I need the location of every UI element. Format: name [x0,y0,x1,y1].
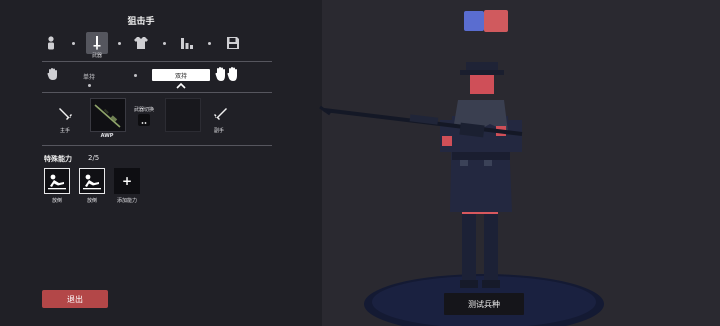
abilities-count: 2/5 [88,154,100,162]
knockdown-icon [48,174,66,190]
tab-weapon-label: 武器 [91,53,102,59]
single-hand-icon[interactable] [46,67,60,81]
main-weapon-slot[interactable] [90,98,126,132]
dots-icon [141,122,147,124]
team-red-swatch[interactable] [484,10,508,32]
main-hand-label: 主手 [59,128,70,134]
add-ability-label: 添加能力 [116,198,137,204]
main-hand-weapon-icon [59,108,72,120]
add-ability-button[interactable]: + [114,168,140,194]
knockdown-icon [83,174,101,190]
unit-class-title: 狙击手 [127,17,155,27]
ability-slot-1[interactable] [44,168,70,194]
off-hand-label: 副手 [213,128,224,134]
weapon-switch-toggle[interactable] [138,114,150,126]
weapon-switch-label: 武器切换 [133,107,154,113]
unit-editor-panel: 狙击手 武器 单持 双持 主手 AWP 武器切换 副手 特殊能力 2/5 放倒 … [0,0,322,326]
stats-icon [181,38,193,49]
sniper-rifle-icon [94,104,121,128]
character-preview [319,62,604,326]
grip-dual-option[interactable]: 双持 [152,69,210,81]
tab-outfit[interactable] [130,32,152,54]
offhand-weapon-slot[interactable] [165,98,201,132]
team-blue-swatch[interactable] [464,11,484,31]
plus-icon: + [121,174,133,188]
unit-name-label: 测试兵种 [444,293,524,315]
save-icon [227,37,239,49]
chevron-up-icon [176,82,186,89]
divider [42,61,272,62]
divider [42,92,272,93]
divider [42,145,272,146]
weapon-icon [93,36,101,50]
tab-weapon[interactable] [86,32,108,54]
dual-hand-icon[interactable] [214,66,240,82]
ability-label-1: 放倒 [51,198,62,204]
tab-save[interactable] [222,32,244,54]
exit-button[interactable]: 退出 [42,290,108,308]
abilities-title: 特殊能力 [44,155,72,163]
tab-person[interactable] [40,32,62,54]
shirt-icon [134,37,148,49]
grip-single-option[interactable]: 单持 [74,72,104,81]
ability-label-2: 放倒 [86,198,97,204]
ability-slot-2[interactable] [79,168,105,194]
main-weapon-name: AWP [100,133,114,139]
tab-stats[interactable] [176,32,198,54]
off-hand-weapon-icon [214,108,227,120]
person-icon [48,36,54,50]
